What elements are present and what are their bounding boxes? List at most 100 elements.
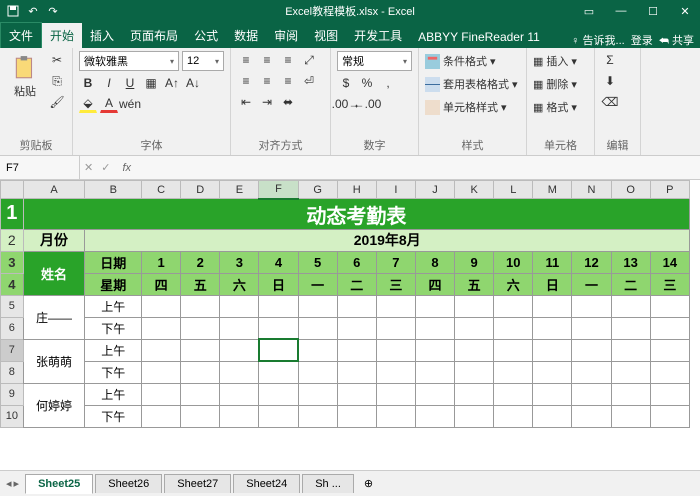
column-headers[interactable]: ABCDEFGHIJKLMNOP (1, 181, 690, 199)
group-font: 微软雅黑▾ 12▾ B I U ▦ A↑ A↓ ⬙ A wén 字体 (73, 48, 231, 155)
align-top-icon[interactable]: ≡ (237, 51, 255, 69)
enter-icon[interactable]: ✓ (97, 161, 114, 174)
phonetic-icon[interactable]: wén (121, 95, 139, 113)
sheet-tab[interactable]: Sheet25 (25, 474, 93, 494)
close-icon[interactable]: ✕ (670, 0, 700, 22)
indent-inc-icon[interactable]: ⇥ (258, 93, 276, 111)
tab-insert[interactable]: 插入 (82, 23, 122, 48)
font-size-combo[interactable]: 12▾ (182, 51, 224, 71)
tab-view[interactable]: 视图 (306, 23, 346, 48)
painter-icon[interactable]: 🖌 (48, 93, 66, 111)
sheet-tab-bar: ◂ ▸ Sheet25 Sheet26 Sheet27 Sheet24 Sh .… (0, 470, 700, 496)
sheet-tab[interactable]: Sheet27 (164, 474, 231, 493)
row-header[interactable]: 6 (1, 317, 24, 339)
cancel-icon[interactable]: ✕ (80, 161, 97, 174)
active-cell[interactable] (259, 339, 298, 361)
italic-button[interactable]: I (100, 74, 118, 92)
table-format-button[interactable]: 套用表格格式 ▾ (425, 74, 518, 94)
sheet-nav-prev-icon[interactable]: ◂ (6, 477, 12, 490)
sheet-tab[interactable]: Sheet24 (233, 474, 300, 493)
formula-input[interactable] (139, 156, 700, 179)
fx-icon[interactable]: fx (114, 162, 139, 174)
tab-layout[interactable]: 页面布局 (122, 23, 186, 48)
wrap-icon[interactable]: ⏎ (300, 72, 318, 90)
align-mid-icon[interactable]: ≡ (258, 51, 276, 69)
dec-dec-icon[interactable]: ←.00 (358, 95, 376, 113)
delete-cells-button[interactable]: ▦ 删除 ▾ (533, 74, 577, 94)
align-center-icon[interactable]: ≡ (258, 72, 276, 90)
group-cells: ▦ 插入 ▾ ▦ 删除 ▾ ▦ 格式 ▾ 单元格 (527, 48, 595, 155)
row-header[interactable]: 7 (1, 339, 24, 361)
sheet-nav-next-icon[interactable]: ▸ (14, 477, 20, 490)
save-icon[interactable] (6, 4, 20, 18)
new-sheet-icon[interactable]: ⊕ (356, 477, 381, 490)
ribbon-tabs: 文件 开始 插入 页面布局 公式 数据 审阅 视图 开发工具 ABBYY Fin… (0, 22, 700, 48)
undo-icon[interactable]: ↶ (26, 4, 40, 18)
font-color-icon[interactable]: A (100, 95, 118, 113)
group-edit: Σ ⬇ ⌫ 编辑 (595, 48, 641, 155)
clear-icon[interactable]: ⌫ (601, 93, 619, 111)
percent-icon[interactable]: % (358, 74, 376, 92)
currency-icon[interactable]: $ (337, 74, 355, 92)
group-number: 常规▾ $ % , .00→ ←.00 数字 (331, 48, 419, 155)
row-header[interactable]: 5 (1, 295, 24, 317)
grow-font-icon[interactable]: A↑ (163, 74, 181, 92)
format-cells-button[interactable]: ▦ 格式 ▾ (533, 97, 577, 117)
window-title: Excel教程模板.xlsx - Excel (285, 3, 415, 19)
fill-color-icon[interactable]: ⬙ (79, 95, 97, 113)
orient-icon[interactable]: ⤢ (300, 51, 318, 69)
insert-cells-button[interactable]: ▦ 插入 ▾ (533, 51, 577, 71)
copy-icon[interactable]: ⎘ (48, 72, 66, 90)
border-icon[interactable]: ▦ (142, 74, 160, 92)
align-right-icon[interactable]: ≡ (279, 72, 297, 90)
select-all-corner (1, 181, 24, 199)
login[interactable]: 登录 (631, 32, 653, 48)
row-header[interactable]: 9 (1, 383, 24, 405)
formula-bar: F7 ✕ ✓ fx (0, 156, 700, 180)
tab-formula[interactable]: 公式 (186, 23, 226, 48)
align-bot-icon[interactable]: ≡ (279, 51, 297, 69)
tell-me[interactable]: ♀ 告诉我... (571, 32, 624, 48)
group-align: ≡ ≡ ≡ ⤢ ≡ ≡ ≡ ⏎ ⇤ ⇥ ⬌ 对齐方式 (231, 48, 331, 155)
paste-button[interactable]: 粘贴 (6, 51, 44, 99)
tab-data[interactable]: 数据 (226, 23, 266, 48)
ribbon: 粘贴 ✂ ⎘ 🖌 剪贴板 微软雅黑▾ 12▾ B I U ▦ A↑ A↓ (0, 48, 700, 156)
grid[interactable]: ABCDEFGHIJKLMNOP 1动态考勤表 2月份2019年8月 3姓名日期… (0, 180, 700, 470)
redo-icon[interactable]: ↷ (46, 4, 60, 18)
row-header[interactable]: 4 (1, 273, 24, 295)
row-header[interactable]: 1 (1, 199, 24, 230)
maximize-icon[interactable]: ☐ (638, 0, 668, 22)
underline-button[interactable]: U (121, 74, 139, 92)
cut-icon[interactable]: ✂ (48, 51, 66, 69)
cell-style-button[interactable]: 单元格样式 ▾ (425, 97, 518, 117)
ribbon-opts-icon[interactable]: ▭ (574, 0, 604, 22)
shrink-font-icon[interactable]: A↓ (184, 74, 202, 92)
comma-icon[interactable]: , (379, 74, 397, 92)
row-header[interactable]: 2 (1, 229, 24, 251)
row-header[interactable]: 10 (1, 405, 24, 427)
name-box[interactable]: F7 (0, 156, 80, 179)
tab-dev[interactable]: 开发工具 (346, 23, 410, 48)
autosum-icon[interactable]: Σ (601, 51, 619, 69)
tab-review[interactable]: 审阅 (266, 23, 306, 48)
tab-abbyy[interactable]: ABBYY FineReader 11 (410, 26, 548, 48)
bold-button[interactable]: B (79, 74, 97, 92)
cond-format-button[interactable]: 条件格式 ▾ (425, 51, 518, 71)
indent-dec-icon[interactable]: ⇤ (237, 93, 255, 111)
tab-file[interactable]: 文件 (0, 22, 42, 48)
merge-icon[interactable]: ⬌ (279, 93, 297, 111)
number-format-combo[interactable]: 常规▾ (337, 51, 412, 71)
row-header[interactable]: 8 (1, 361, 24, 383)
row-header[interactable]: 3 (1, 251, 24, 273)
sheet-title: 动态考勤表 (23, 199, 689, 230)
font-name-combo[interactable]: 微软雅黑▾ (79, 51, 179, 71)
minimize-icon[interactable]: — (606, 0, 636, 22)
group-clipboard: 粘贴 ✂ ⎘ 🖌 剪贴板 (0, 48, 73, 155)
sheet-tab[interactable]: Sheet26 (95, 474, 162, 493)
sheet-tab[interactable]: Sh ... (302, 474, 354, 493)
fill-icon[interactable]: ⬇ (601, 72, 619, 90)
share[interactable]: ⮪ 共享 (659, 32, 694, 48)
tab-home[interactable]: 开始 (42, 23, 82, 48)
align-left-icon[interactable]: ≡ (237, 72, 255, 90)
group-styles: 条件格式 ▾ 套用表格格式 ▾ 单元格样式 ▾ 样式 (419, 48, 527, 155)
